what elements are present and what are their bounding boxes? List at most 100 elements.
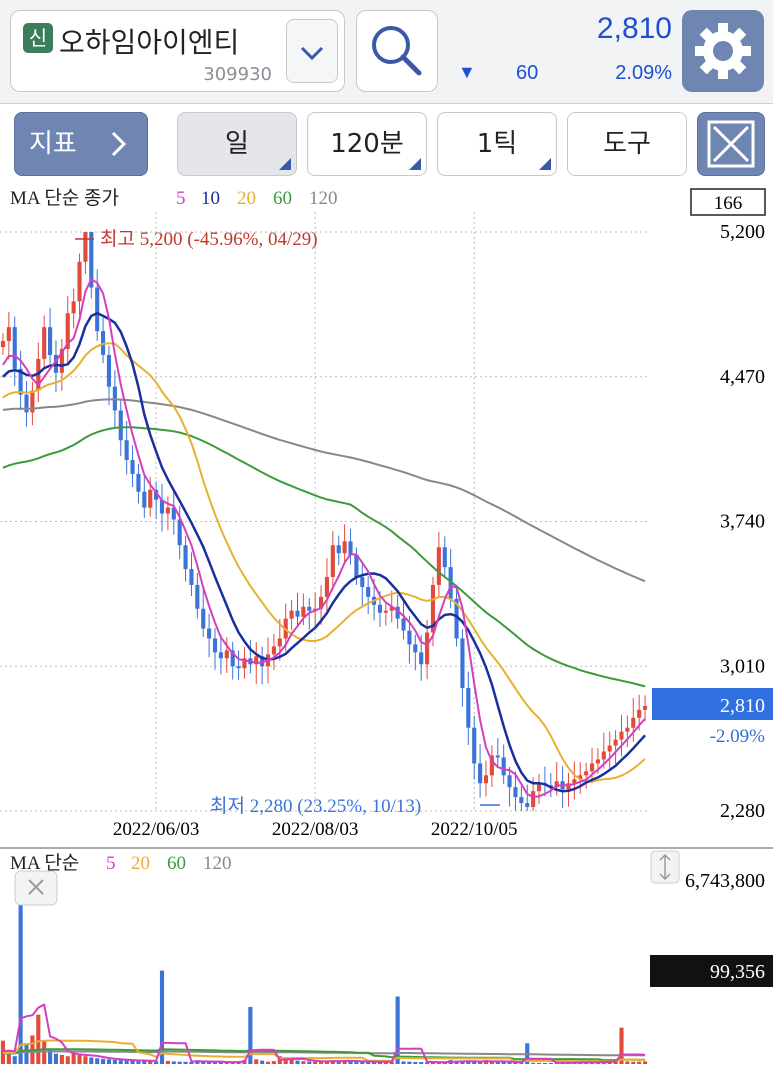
legend-ma-5: 5 [176,188,186,209]
candle-body [360,577,365,587]
volume-legend-ma-20: 20 [131,853,150,874]
stock-dropdown-button[interactable] [286,19,338,83]
candle-body [307,606,312,611]
volume-bar [36,1014,41,1064]
volume-bar [89,1057,94,1064]
volume-bar [295,1060,300,1064]
price-chart[interactable]: MA 단순 종가 5 10 20 60 120 166 5,200 4,470 3,740 3… [0,184,773,846]
volume-chart[interactable]: MA 단순 5 20 60 120 6,743,800 99,356 [0,849,773,1066]
volume-bar [101,1058,106,1064]
candle-body [354,555,359,578]
gear-icon [695,23,751,79]
candle-body [413,644,418,653]
moving-averages [2,277,647,799]
volume-bar [307,1061,312,1064]
volume-bar [642,1061,648,1064]
candle-body [95,287,100,332]
tick-label: 1틱 [476,129,518,159]
corner-triangle-icon [409,158,421,170]
tools-button[interactable]: 도구 [567,112,687,176]
expand-icon [707,120,755,168]
bar-count: 166 [714,193,743,214]
candle-body [142,491,147,508]
volume-bar [18,889,23,1064]
volume-max-tick: 6,743,800 [685,870,765,892]
high-annotation: 최고 5,200 (-45.96%, 04/29) [100,228,318,250]
volume-legend-ma-120: 120 [203,853,232,874]
volume-legend-ma-60: 60 [167,853,186,874]
volume-bar [59,1054,64,1064]
candle-body [218,652,223,659]
volume-bar [118,1060,123,1064]
minute-label: 120분 [330,129,404,159]
y-tick-label: 3,010 [720,655,765,677]
candle-body [42,327,47,359]
volume-legend: 5 20 60 120 [106,853,232,874]
volume-bar [71,1053,76,1064]
period-day-button[interactable]: 일 [177,112,297,176]
x-axis-ticks: 2022/06/03 2022/08/03 2022/10/05 [113,819,518,840]
tick-button[interactable]: 1틱 [437,112,557,176]
volume-bar [165,1060,170,1064]
down-arrow-icon: ▼ [458,62,476,82]
legend-ma-10: 10 [201,188,220,209]
tools-label: 도구 [603,129,651,159]
volume-bar [301,1061,306,1064]
y-tick-label: 3,740 [720,511,765,533]
candle-body [148,489,153,508]
volume-bar [536,1062,542,1064]
candle-body [277,638,282,647]
candle-body [631,717,636,728]
candle-body [24,394,29,413]
minute-button[interactable]: 120분 [307,112,427,176]
volume-bars [0,889,648,1064]
candle-body [407,630,412,645]
legend-title: MA 단순 종가 [10,187,119,209]
volume-bar [407,1061,412,1064]
candle-body [460,638,465,689]
candle-body [212,638,218,653]
candle-body [189,569,194,585]
candle-body [642,705,648,710]
header-bar: 신 오하임아이엔티 309930 2,810 ▼ 60 2.09% [0,0,773,104]
current-pct-label: -2.09% [710,726,766,747]
candle-body [619,731,624,740]
search-button[interactable] [356,10,438,92]
candle-body [436,547,441,585]
ma-120-line [2,398,646,583]
volume-bar [313,1061,318,1064]
candle-body [336,545,341,554]
candle-body [442,547,447,568]
change-percent: 2.09% [615,62,672,84]
candle-body [589,763,595,772]
y-tick-label: 4,470 [720,366,765,388]
candle-body [224,650,229,659]
expand-button[interactable] [697,112,765,176]
stock-selector[interactable]: 신 오하임아이엔티 309930 [10,10,345,92]
dropdown-chevron-icon [300,46,324,61]
settings-button[interactable] [682,10,764,92]
period-label: 일 [225,129,249,159]
candle-body [236,666,241,669]
ma-20-line [2,342,646,783]
candle-body [383,610,388,613]
volume-bar [95,1058,100,1064]
candle-body [495,755,500,758]
current-volume: 99,356 [710,961,765,983]
corner-triangle-icon [539,158,551,170]
candle-body [301,606,306,617]
volume-bar [531,1062,536,1064]
volume-bar [619,1027,624,1064]
volume-bar [507,1062,512,1064]
candle-body [472,727,477,764]
candle-body [601,751,606,760]
volume-bar [542,1062,547,1064]
chevron-right-icon [111,131,127,157]
candle-body [106,354,112,387]
volume-bar [401,1061,406,1064]
credit-badge: 신 [23,23,53,53]
candle-body [0,341,6,348]
candle-body [501,757,506,776]
candle-body [324,577,330,597]
indicator-button[interactable]: 지표 [14,112,148,176]
